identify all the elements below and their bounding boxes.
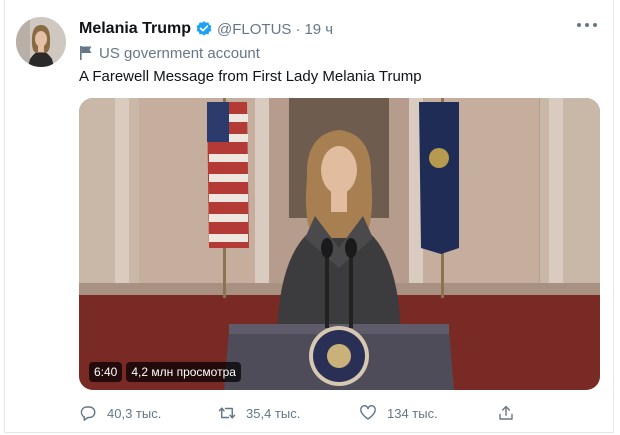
author-handle[interactable]: @FLOTUS (217, 21, 291, 38)
tweet-actions: 40,3 тыс. 35,4 тыс. 134 тыс. (79, 402, 600, 424)
retweet-icon (218, 407, 236, 419)
more-dots-icon[interactable] (577, 18, 597, 32)
retweet-button[interactable]: 35,4 тыс. (218, 402, 300, 424)
government-account-text: US government account (99, 44, 260, 62)
tweet-header: Melania Trump @FLOTUS · 19 ч (79, 19, 333, 39)
video-duration: 6:40 (89, 362, 123, 382)
reply-count: 40,3 тыс. (107, 405, 162, 421)
video-player[interactable]: 6:40 4,2 млн просмотра (79, 98, 600, 390)
heart-icon (360, 405, 376, 420)
reply-button[interactable]: 40,3 тыс. (79, 402, 161, 424)
video-badges: 6:40 4,2 млн просмотра (89, 362, 241, 382)
tweet-timestamp[interactable]: 19 ч (304, 21, 333, 38)
share-icon (499, 405, 513, 420)
retweet-count: 35,4 тыс. (246, 405, 301, 421)
like-count: 134 тыс. (387, 405, 438, 421)
author-name[interactable]: Melania Trump (79, 20, 191, 38)
like-button[interactable]: 134 тыс. (359, 402, 438, 424)
tweet-text: A Farewell Message from First Lady Melan… (79, 68, 422, 85)
tweet-card[interactable]: Melania Trump @FLOTUS · 19 ч US governme… (4, 0, 614, 433)
flag-icon (80, 46, 92, 60)
reply-icon (80, 406, 96, 421)
government-account-label: US government account (79, 44, 260, 62)
video-view-count: 4,2 млн просмотра (126, 362, 241, 382)
separator-dot: · (295, 20, 301, 38)
avatar[interactable] (16, 17, 66, 67)
video-thumbnail (79, 98, 600, 390)
share-button[interactable] (497, 402, 515, 424)
verified-badge-icon (195, 20, 213, 38)
